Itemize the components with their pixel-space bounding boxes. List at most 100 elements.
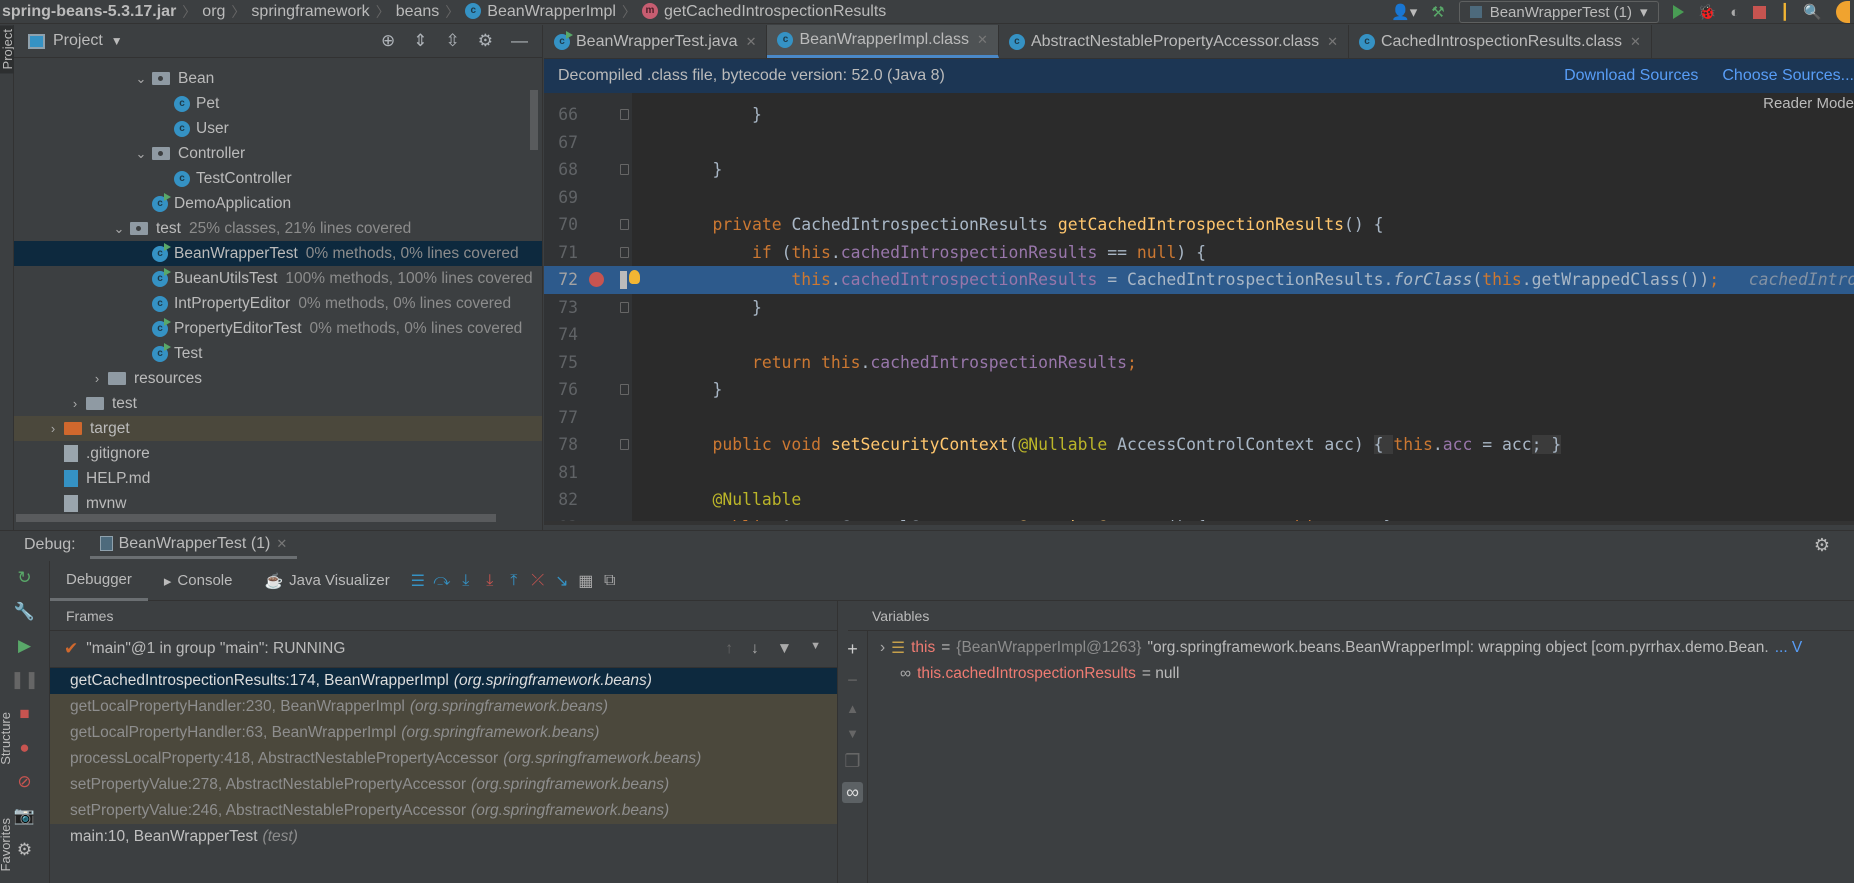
tab-debugger[interactable]: Debugger [50,561,148,601]
stop-icon[interactable] [1753,5,1767,19]
frame-row[interactable]: processLocalProperty:418, AbstractNestab… [50,746,837,772]
user-icon[interactable]: 👤▾ [1391,3,1417,21]
breadcrumb-item[interactable]: m getCachedIntrospectionResults [636,3,892,21]
frame-row[interactable]: setPropertyValue:246, AbstractNestablePr… [50,798,837,824]
pause-icon[interactable]: ❚❚ [0,663,49,697]
close-icon[interactable]: ✕ [1327,34,1338,50]
step-out-icon[interactable]: ⤒ [502,572,526,590]
fold-marker-icon[interactable] [620,246,629,258]
run-configuration-select[interactable]: BeanWrapperTest (1) ▾ [1458,1,1659,23]
tool-window-structure[interactable]: Structure [0,712,13,765]
code-editor[interactable]: 66 } 67 68 } 69 70 private CachedIntrospecti… [544,93,1854,525]
watch-row[interactable]: ∞ this.cachedIntrospectionResults = null [868,661,1854,687]
chevron-down-icon[interactable]: ⌄ [130,146,152,162]
arrow-down-icon[interactable]: ↓ [751,640,759,658]
vcs-icon[interactable]: ┃ [1780,3,1789,21]
tree-item[interactable]: c BeanWrapperTest 0% methods, 0% lines cov… [14,241,542,266]
locate-icon[interactable]: ⊕ [381,31,395,51]
settings-wrench-icon[interactable]: 🔧 [0,595,49,629]
gear-icon[interactable]: ⚙ [478,31,493,51]
tree-item[interactable]: › resources [14,366,542,391]
variable-row[interactable]: › ☰ this = {BeanWrapperImpl@1263} "org.s… [868,635,1854,661]
tab-beanwrappertest-java[interactable]: c BeanWrapperTest.java ✕ [544,25,768,58]
tree-item[interactable]: ⌄ Bean [14,66,542,91]
tab-cachedintrospectionresults-class[interactable]: c CachedIntrospectionResults.class ✕ [1349,25,1652,58]
move-down-icon[interactable]: ▼ [846,726,859,741]
copy-icon[interactable]: ❐ [844,751,860,772]
collapse-all-icon[interactable]: ⇳ [446,31,460,51]
tree-item[interactable]: c User [14,116,542,141]
avatar[interactable] [1836,1,1850,23]
breadcrumb-item[interactable]: springframework [245,3,375,21]
view-more-link[interactable]: ... V [1775,639,1803,657]
search-icon[interactable]: 🔍 [1803,3,1822,21]
tab-beanwrapperimpl-class[interactable]: c BeanWrapperImpl.class ✕ [767,25,999,58]
debug-bug-icon[interactable]: 🐞 [1698,3,1717,21]
frame-row[interactable]: setPropertyValue:278, AbstractNestablePr… [50,772,837,798]
chevron-down-icon[interactable]: ⌄ [108,221,130,237]
tree-item[interactable]: c PropertyEditorTest 0% methods, 0% lines … [14,316,542,341]
evaluate-expression-icon[interactable]: ▦ [574,571,598,591]
breadcrumb-item[interactable]: org [196,3,231,21]
chevron-down-icon[interactable]: ▼ [810,640,821,658]
tree-item[interactable]: c IntPropertyEditor 0% methods, 0% lines c… [14,291,542,316]
add-watch-icon[interactable]: + [847,639,858,660]
gear-icon[interactable]: ⚙ [1814,535,1830,556]
fold-marker-icon[interactable] [620,384,629,395]
resume-icon[interactable]: ▶ [0,629,49,663]
show-execution-point-icon[interactable]: ☰ [406,571,430,591]
run-to-cursor-icon[interactable]: ↘ [550,571,574,591]
expand-all-icon[interactable]: ⇕ [413,31,427,51]
breadcrumb-item[interactable]: beans [390,3,446,21]
tree-item[interactable]: c TestController [14,166,542,191]
thread-selector[interactable]: ✔ "main"@1 in group "main": RUNNING ↑ ↓ ▼ ▼ [50,631,837,668]
chevron-right-icon[interactable]: › [86,371,108,386]
run-icon[interactable] [1672,5,1684,19]
horizontal-scrollbar[interactable] [16,514,496,522]
hide-icon[interactable]: — [511,31,528,51]
trace-stream-icon[interactable]: ⧉ [598,572,622,590]
tree-item[interactable]: HELP.md [14,466,542,491]
frame-row[interactable]: getCachedIntrospectionResults:174, BeanW… [50,668,837,694]
tree-item[interactable]: c DemoApplication [14,191,542,216]
tool-window-favorites[interactable]: Favorites [0,818,13,871]
tab-java-visualizer[interactable]: ☕ Java Visualizer [248,561,405,601]
close-icon[interactable]: ✕ [746,34,757,50]
chevron-right-icon[interactable]: › [64,396,86,411]
tree-item[interactable]: c Pet [14,91,542,116]
lightbulb-icon[interactable] [629,270,640,284]
choose-sources-link[interactable]: Choose Sources... [1722,67,1854,85]
expand-chevron-icon[interactable]: › [880,639,885,657]
step-into-icon[interactable]: ⤓ [454,572,478,590]
chevron-right-icon[interactable]: › [42,421,64,436]
frame-row[interactable]: getLocalPropertyHandler:230, BeanWrapper… [50,694,837,720]
fold-marker-icon[interactable] [620,439,629,450]
watches-glasses-icon[interactable]: ∞ [842,782,863,803]
chevron-down-icon[interactable]: ⌄ [130,71,152,87]
rerun-icon[interactable]: ↻ [0,561,49,595]
tree-item[interactable]: ⌄ test 25% classes, 21% lines covered [14,216,542,241]
debug-session-tab[interactable]: BeanWrapperTest (1) ✕ [89,531,298,559]
vertical-scrollbar[interactable] [530,90,538,150]
tab-console[interactable]: ▸ Console [148,561,249,601]
breakpoint-icon[interactable] [589,272,604,287]
drop-frame-icon[interactable]: ⤫ [526,572,550,590]
fold-marker-icon[interactable] [620,164,629,175]
tool-window-project[interactable]: Project [0,25,15,74]
remove-watch-icon[interactable]: − [847,670,858,691]
tree-item[interactable]: › test [14,391,542,416]
build-hammer-icon[interactable]: ⚒ [1431,3,1444,21]
project-view-select[interactable]: Project [53,32,103,50]
move-up-icon[interactable]: ▲ [846,701,859,716]
frame-row[interactable]: getLocalPropertyHandler:63, BeanWrapperI… [50,720,837,746]
chevron-down-icon[interactable]: ▼ [111,34,123,48]
mute-breakpoints-icon[interactable]: ⊘ [0,765,49,799]
fold-marker-icon[interactable] [620,109,629,120]
download-sources-link[interactable]: Download Sources [1564,67,1698,85]
editor-scrollbar[interactable] [544,521,1854,525]
filter-icon[interactable]: ▼ [777,640,792,658]
step-over-icon[interactable]: ⤼ [430,572,454,590]
tree-item[interactable]: c Test [14,341,542,366]
arrow-up-icon[interactable]: ↑ [725,640,733,658]
tree-item[interactable]: › target [14,416,542,441]
